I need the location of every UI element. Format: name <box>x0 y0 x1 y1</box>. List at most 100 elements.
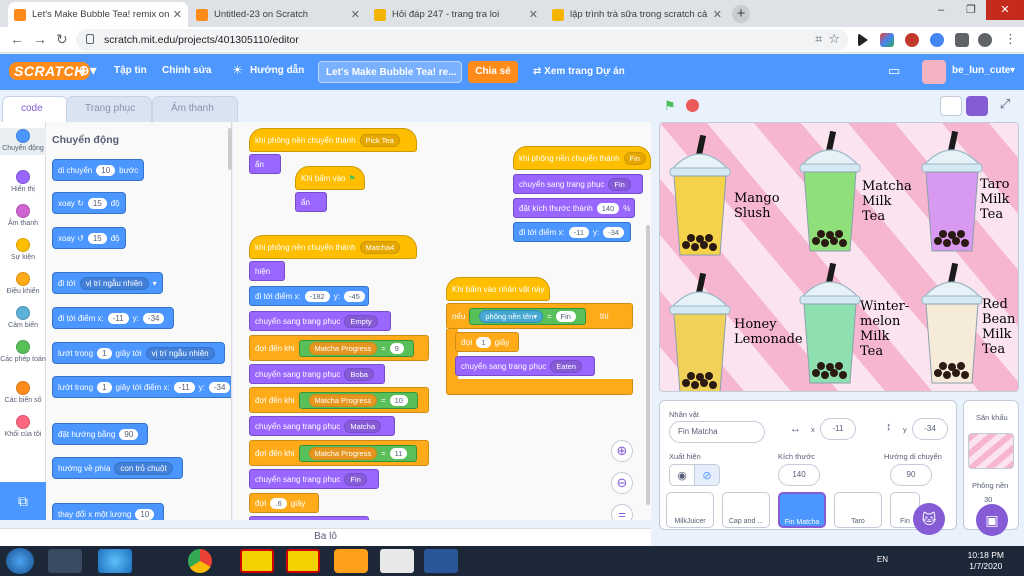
block-dropdown[interactable]: Fin <box>623 151 646 165</box>
script-block-switch-costume[interactable]: chuyển sang trang phục Fin <box>249 469 379 489</box>
add-extension-button[interactable]: ⧉ <box>0 482 46 520</box>
bubble-tea-cup[interactable] <box>668 134 732 261</box>
extension-blue-icon[interactable] <box>930 33 944 47</box>
account-chevron-down-icon[interactable]: ▾ <box>1010 65 1015 76</box>
extension-paw-icon[interactable] <box>905 33 919 47</box>
palette-block-glide-xy[interactable]: lướt trong 1 giây tới điểm x: -11 y: -34 <box>52 376 231 398</box>
block-dropdown[interactable]: Matcha4 <box>359 240 401 254</box>
sprite-thumbnail-selected[interactable]: Fin Matcha <box>778 492 826 528</box>
script-block-set-size[interactable]: đặt kích thước thành 140% <box>513 198 635 218</box>
stage-canvas[interactable]: Mango Slush Matcha Milk Tea Taro Milk Tea Honey L… <box>659 122 1019 392</box>
language-globe-icon[interactable]: ⊕▾ <box>78 62 97 79</box>
translate-icon[interactable]: ⌗ <box>815 32 822 47</box>
script-block-if[interactable]: nếu phông nền tên▾ = Fin thì <box>446 303 633 329</box>
script-hat-backdrop-switch[interactable]: khi phông nền chuyển thành Pick Tea <box>249 128 417 152</box>
sprite-thumbnail[interactable]: MilkJuicer <box>666 492 714 528</box>
palette-block-glide-to[interactable]: lướt trong 1 giây tới vị trí ngẫu nhiên <box>52 342 225 364</box>
omnibox[interactable]: scratch.mit.edu/projects/401305110/edito… <box>76 29 848 51</box>
block-input[interactable]: Fin <box>555 310 576 322</box>
variable-reporter[interactable]: Matcha Progress <box>308 341 378 355</box>
x-input[interactable]: -11 <box>820 418 856 440</box>
block-input[interactable]: 11 <box>389 447 408 459</box>
equals-operator[interactable]: Matcha Progress = 9 <box>298 339 414 357</box>
forward-icon[interactable]: → <box>33 31 47 47</box>
category-events[interactable]: Sự kiện <box>0 238 46 262</box>
show-eye-icon[interactable]: ◉ <box>669 464 695 486</box>
close-tab-icon[interactable]: ✕ <box>529 8 538 21</box>
app-taskbar-icon[interactable] <box>240 549 274 573</box>
clock[interactable]: 10:18 PM 1/7/2020 <box>968 550 1004 572</box>
script-block-hide[interactable]: ẩn <box>295 192 327 212</box>
block-dropdown[interactable]: Eaten <box>550 359 583 373</box>
scratch-taskbar-icon[interactable] <box>334 549 368 573</box>
explorer-taskbar-icon[interactable] <box>48 549 82 573</box>
sprite-thumbnail[interactable]: Taro <box>834 492 882 528</box>
zoom-reset-button[interactable]: = <box>611 504 633 520</box>
equals-operator[interactable]: Matcha Progress = 10 <box>298 391 418 409</box>
script-block-wait-until[interactable]: đợi đến khi Matcha Progress = 9 <box>249 335 429 361</box>
add-sprite-cat-icon[interactable]: 🐱 <box>913 503 945 535</box>
browser-tab[interactable]: Untitled-23 on Scratch ✕ <box>190 2 366 27</box>
category-sensing[interactable]: Cảm biến <box>0 306 46 330</box>
script-block-switch-costume[interactable]: chuyển sang trang phục Empty <box>249 311 391 331</box>
equals-operator[interactable]: phông nền tên▾ = Fin <box>469 307 586 325</box>
ie-taskbar-icon[interactable] <box>98 549 132 573</box>
restore-button[interactable]: ❐ <box>956 0 986 20</box>
bookmark-star-icon[interactable]: ☆ <box>828 31 840 47</box>
tutorials-menu[interactable]: Hướng dẫn <box>250 65 304 76</box>
extensions-puzzle-icon[interactable] <box>955 33 969 47</box>
backdrop-thumbnail[interactable] <box>968 433 1014 469</box>
minimize-button[interactable]: – <box>926 0 956 20</box>
new-tab-button[interactable]: + <box>732 5 750 23</box>
palette-block-change-x[interactable]: thay đổi x một lượng 10 <box>52 503 165 520</box>
bubble-tea-cup[interactable] <box>920 130 984 257</box>
block-input[interactable]: -34 <box>208 381 231 393</box>
palette-block-turn-right[interactable]: xoay ↻ 15 độ <box>52 192 126 214</box>
browser-tab[interactable]: Let's Make Bubble Tea! remix on ✕ <box>8 2 188 27</box>
block-input[interactable]: 1 <box>97 347 112 359</box>
reload-icon[interactable]: ↻ <box>56 31 68 48</box>
script-hat-backdrop-switch[interactable]: khi phông nền chuyển thành Matcha4 <box>249 235 417 259</box>
username[interactable]: be_lun_cute <box>952 65 1010 76</box>
block-dropdown[interactable]: Matcha <box>344 419 382 433</box>
share-button[interactable]: Chia sẻ <box>468 61 518 83</box>
direction-input[interactable]: 90 <box>890 464 932 486</box>
block-input[interactable]: 15 <box>87 232 107 244</box>
my-stuff-folder-icon[interactable]: ▭ <box>888 63 900 79</box>
script-block-switch-costume[interactable]: chuyển sang trang phục Fin <box>513 174 643 194</box>
script-block-show[interactable]: hiện <box>249 261 285 281</box>
block-input[interactable]: .6 <box>270 497 287 509</box>
bubble-tea-cup[interactable] <box>668 272 732 391</box>
fullscreen-icon[interactable]: ⤢ <box>994 96 1016 116</box>
hide-eye-icon[interactable]: ⊘ <box>694 464 720 486</box>
block-input[interactable]: 1 <box>97 381 112 393</box>
script-block-switch-costume[interactable]: chuyển sang trang phục Matcha <box>249 416 395 436</box>
size-input[interactable]: 140 <box>778 464 820 486</box>
palette-block-point-towards[interactable]: hướng về phía con trỏ chuột <box>52 457 183 479</box>
sprite-thumbnail[interactable]: Cap and ... <box>722 492 770 528</box>
file-menu[interactable]: Tập tin <box>114 65 147 76</box>
browser-tab[interactable]: Hỏi đáp 247 - trang tra loi ✕ <box>368 2 544 27</box>
palette-block-goto-xy[interactable]: đi tới điểm x: -11 y: -34 <box>52 307 175 329</box>
browser-tab[interactable]: lập trình trà sữa trong scratch cả ✕ <box>546 2 728 27</box>
palette-block-point-direction[interactable]: đặt hướng bằng 90 <box>52 423 149 445</box>
close-tab-icon[interactable]: ✕ <box>351 8 360 21</box>
edit-menu[interactable]: Chỉnh sửa <box>162 65 211 76</box>
extension-color-icon[interactable] <box>880 33 894 47</box>
palette-block-turn-left[interactable]: xoay ↺ 15 độ <box>52 227 126 249</box>
block-input[interactable]: -11 <box>568 226 589 238</box>
more-menu-icon[interactable]: ⋮ <box>1004 31 1017 47</box>
block-input[interactable]: -34 <box>603 226 625 238</box>
category-variables[interactable]: Các biến số <box>0 381 46 405</box>
block-dropdown[interactable]: Boba <box>344 367 374 381</box>
variable-reporter[interactable]: Matcha Progress <box>308 393 378 407</box>
stop-button[interactable] <box>686 99 699 112</box>
normal-stage-button[interactable] <box>966 96 988 116</box>
zoom-out-button[interactable]: ⊖ <box>611 472 633 494</box>
tab-code[interactable]: code <box>2 96 68 122</box>
block-input[interactable]: 140 <box>596 202 620 214</box>
block-input[interactable]: -11 <box>107 312 129 324</box>
url-text[interactable]: scratch.mit.edu/projects/401305110/edito… <box>104 34 299 46</box>
script-block-wait[interactable]: đợi 1 giây <box>455 332 519 352</box>
block-input[interactable]: 9 <box>389 342 404 354</box>
